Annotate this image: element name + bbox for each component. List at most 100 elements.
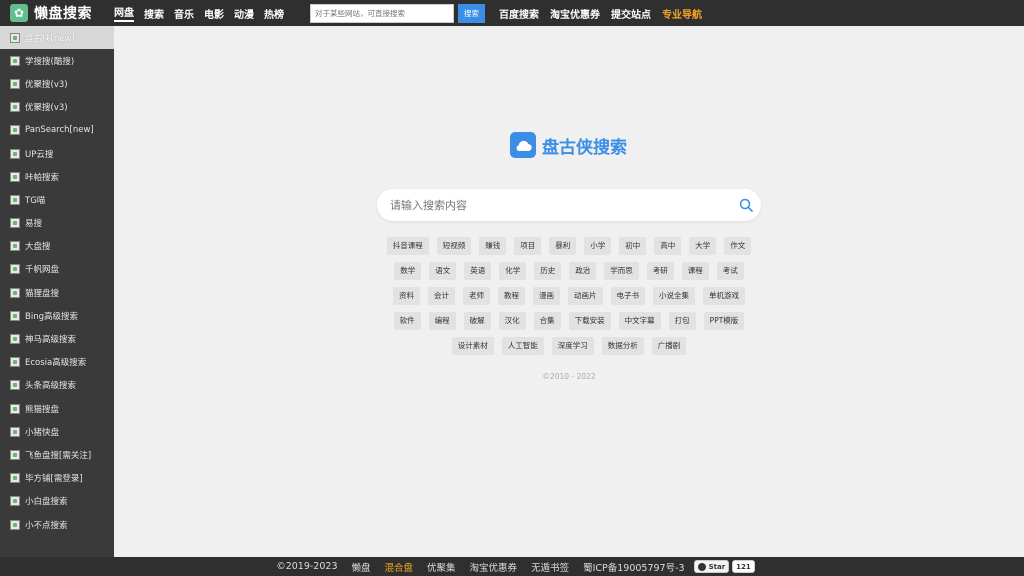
sidebar-item[interactable]: TG喵 (0, 188, 114, 211)
footer-link-hunhepan[interactable]: 混合盘 (385, 560, 414, 574)
header-search-input[interactable] (310, 3, 454, 23)
sidebar-item[interactable]: 头条高级搜索 (0, 374, 114, 397)
footer: ©2019-2023 懒盘 混合盘 优聚集 淘宝优惠券 无遁书签 蜀ICP备19… (0, 557, 1024, 576)
tag-button[interactable]: 短视频 (436, 237, 472, 255)
tag-button[interactable]: 设计素材 (451, 337, 494, 355)
sidebar-item[interactable]: Ecosia高级搜索 (0, 351, 114, 374)
sidebar-item[interactable]: 飞鱼盘搜[需关注] (0, 443, 114, 466)
tag-button[interactable]: 化学 (499, 262, 527, 280)
tag-button[interactable]: 学而思 (604, 262, 639, 280)
tag-button[interactable]: 大学 (689, 237, 717, 255)
tag-button[interactable]: 小说全集 (653, 287, 695, 305)
tag-button[interactable]: 漫画 (533, 287, 560, 305)
tag-button[interactable]: 教程 (498, 287, 525, 305)
tag-button[interactable]: 政治 (569, 262, 597, 280)
tag-button[interactable]: PPT模版 (703, 312, 745, 330)
tag-button[interactable]: 软件 (393, 312, 421, 330)
sidebar-item[interactable]: 优聚搜(v3) (0, 96, 114, 119)
main-content: 盘古侠搜索 抖音课程短视频赚钱项目暴利小学初中高中大学作文数学语文英语化学历史政… (114, 26, 1024, 557)
site-logo[interactable]: ✿ 懒盘搜索 (0, 3, 114, 23)
tag-button[interactable]: 中文字幕 (618, 312, 661, 330)
tag-button[interactable]: 小学 (584, 237, 612, 255)
tag-button[interactable]: 深度学习 (551, 337, 594, 355)
tag-button[interactable]: 汉化 (498, 312, 526, 330)
image-icon (10, 125, 20, 136)
sidebar-item-label: Ecosia高级搜索 (25, 358, 87, 369)
sidebar-item[interactable]: 神马高级搜索 (0, 327, 114, 350)
nav-netdisk[interactable]: 网盘 (114, 4, 134, 22)
tag-button[interactable]: 历史 (534, 262, 562, 280)
sidebar-item[interactable]: 学搜搜(酷搜) (0, 49, 114, 72)
sidebar-item[interactable]: UP云搜 (0, 142, 114, 165)
sidebar-item-label: 小不点搜索 (25, 520, 68, 531)
image-icon (10, 403, 20, 414)
sidebar-item-label: 飞鱼盘搜[需关注] (25, 450, 92, 461)
sidebar-item[interactable]: PanSearch[new] (0, 119, 114, 142)
tag-button[interactable]: 下载安装 (568, 312, 611, 330)
sidebar-item[interactable]: 小猪快盘 (0, 420, 114, 443)
tag-button[interactable]: 抖音课程 (386, 237, 429, 255)
tag-button[interactable]: 作文 (724, 237, 752, 255)
search-input[interactable] (377, 198, 731, 212)
tag-button[interactable]: 人工智能 (501, 337, 544, 355)
tag-button[interactable]: 破解 (463, 312, 491, 330)
sidebar-item-label: 神马高级搜索 (25, 335, 77, 346)
tag-button[interactable]: 数据分析 (601, 337, 644, 355)
tag-button[interactable]: 暴利 (549, 237, 577, 255)
tag-button[interactable]: 打包 (668, 312, 696, 330)
nav-music[interactable]: 音乐 (174, 6, 194, 21)
nav-search[interactable]: 搜索 (144, 6, 164, 21)
header-search-button[interactable]: 搜索 (458, 3, 485, 23)
github-star-button[interactable]: Star (693, 560, 730, 573)
footer-link-taobao[interactable]: 淘宝优惠券 (470, 560, 518, 574)
image-icon (10, 148, 20, 159)
tag-button[interactable]: 英语 (464, 262, 492, 280)
tag-button[interactable]: 课程 (681, 262, 709, 280)
nav-anime[interactable]: 动漫 (234, 6, 254, 21)
tag-button[interactable]: 单机游戏 (703, 287, 745, 305)
sidebar-item[interactable]: 小白盘搜索 (0, 490, 114, 513)
tag-button[interactable]: 考研 (646, 262, 674, 280)
tag-button[interactable]: 资料 (393, 287, 420, 305)
nav-trending[interactable]: 热榜 (264, 6, 284, 21)
link-pro-nav[interactable]: 专业导航 (662, 6, 702, 21)
sidebar-item[interactable]: 小不点搜索 (0, 513, 114, 536)
sidebar-item[interactable]: Bing高级搜索 (0, 304, 114, 327)
tag-button[interactable]: 合集 (533, 312, 561, 330)
link-baidu-search[interactable]: 百度搜索 (499, 6, 539, 21)
sidebar-item[interactable]: 易搜 (0, 212, 114, 235)
tag-button[interactable]: 高中 (654, 237, 682, 255)
tag-button[interactable]: 会计 (428, 287, 455, 305)
search-icon[interactable] (731, 189, 761, 221)
tag-button[interactable]: 语文 (429, 262, 457, 280)
link-taobao-coupons[interactable]: 淘宝优惠券 (550, 6, 600, 21)
sidebar-item[interactable]: 优聚搜(v3) (0, 72, 114, 95)
tag-button[interactable]: 广播剧 (651, 337, 687, 355)
tag-button[interactable]: 动画片 (568, 287, 603, 305)
image-icon (10, 194, 20, 205)
image-icon (10, 32, 20, 43)
sidebar-item[interactable]: 盘古侠[new] (0, 26, 114, 50)
sidebar-item[interactable]: 大盘搜 (0, 235, 114, 258)
tag-button[interactable]: 数学 (394, 262, 422, 280)
tag-button[interactable]: 赚钱 (479, 237, 507, 255)
footer-link-lanpan[interactable]: 懒盘 (352, 560, 371, 574)
footer-icp[interactable]: 蜀ICP备19005797号-3 (583, 560, 685, 574)
sidebar-item[interactable]: 千帆网盘 (0, 258, 114, 281)
github-star-count[interactable]: 121 (732, 560, 755, 573)
tag-button[interactable]: 初中 (619, 237, 647, 255)
footer-link-bookmarks[interactable]: 无遁书签 (531, 560, 569, 574)
tag-button[interactable]: 老师 (463, 287, 490, 305)
sidebar-item[interactable]: 毕方铺[需登录] (0, 467, 114, 490)
nav-movie[interactable]: 电影 (204, 6, 224, 21)
link-submit-site[interactable]: 提交站点 (611, 6, 651, 21)
tag-button[interactable]: 电子书 (610, 287, 645, 305)
footer-link-youjuji[interactable]: 优聚集 (427, 560, 456, 574)
sidebar-item-label: 熊猫搜盘 (25, 404, 60, 415)
tag-button[interactable]: 项目 (514, 237, 542, 255)
tag-button[interactable]: 编程 (428, 312, 456, 330)
sidebar-item[interactable]: 熊猫搜盘 (0, 397, 114, 420)
sidebar-item[interactable]: 咔帕搜索 (0, 165, 114, 188)
sidebar-item[interactable]: 猫狸盘搜 (0, 281, 114, 304)
tag-button[interactable]: 考试 (716, 262, 744, 280)
